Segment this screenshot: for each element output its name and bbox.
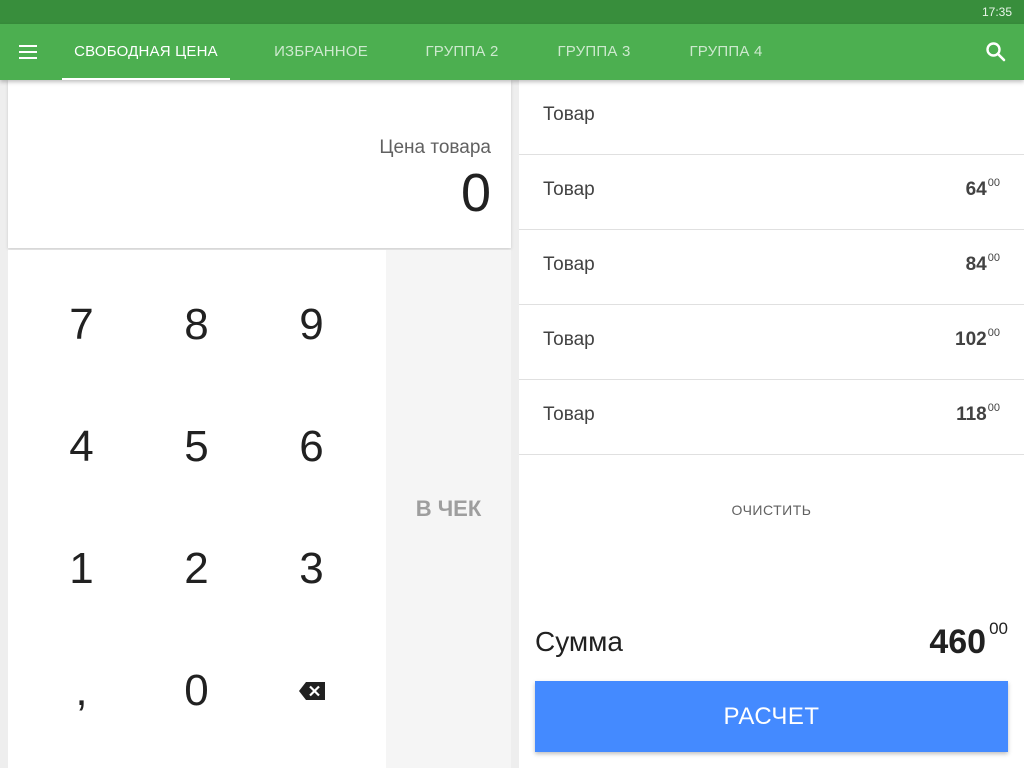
key-3[interactable]: 3 xyxy=(254,508,369,630)
key-backspace[interactable] xyxy=(254,630,369,752)
check-item-name: Товар xyxy=(543,404,595,425)
key-1[interactable]: 1 xyxy=(24,508,139,630)
key-5[interactable]: 5 xyxy=(139,386,254,508)
menu-button[interactable] xyxy=(8,32,48,72)
price-label: Цена товара xyxy=(379,137,491,158)
add-to-check-button[interactable]: В ЧЕК xyxy=(386,250,511,768)
check-item-price: 6400 xyxy=(965,177,1000,200)
backspace-icon xyxy=(298,682,325,700)
check-item-name: Товар xyxy=(543,179,595,200)
tab-group-2[interactable]: ГРУППА 2 xyxy=(410,24,514,80)
check-item-name: Товар xyxy=(543,104,595,125)
key-2[interactable]: 2 xyxy=(139,508,254,630)
search-button[interactable] xyxy=(980,36,1012,68)
check-item[interactable]: Товар xyxy=(519,80,1024,155)
tab-free-price[interactable]: СВОБОДНАЯ ЦЕНА xyxy=(62,24,230,80)
price-display: Цена товара 0 xyxy=(8,80,511,248)
total-value: 460 00 xyxy=(929,619,1008,661)
check-item[interactable]: Товар 11800 xyxy=(519,380,1024,455)
key-6[interactable]: 6 xyxy=(254,386,369,508)
key-7[interactable]: 7 xyxy=(24,264,139,386)
menu-icon xyxy=(19,45,37,59)
total-label: Сумма xyxy=(535,626,623,657)
check-item-name: Товар xyxy=(543,329,595,350)
key-comma[interactable]: , xyxy=(24,630,139,752)
search-icon xyxy=(986,42,1006,62)
check-item-price: 10200 xyxy=(955,327,1000,350)
check-item[interactable]: Товар 8400 xyxy=(519,230,1024,305)
tab-group-4[interactable]: ГРУППА 4 xyxy=(674,24,778,80)
status-time: 17:35 xyxy=(981,5,1012,19)
clear-check-button[interactable]: ОЧИСТИТЬ xyxy=(519,494,1024,526)
tab-group-3[interactable]: ГРУППА 3 xyxy=(542,24,646,80)
key-0[interactable]: 0 xyxy=(139,630,254,752)
check-panel: Товар Товар 6400 Товар 8400 Товар 10200 … xyxy=(519,80,1024,768)
app-bar: СВОБОДНАЯ ЦЕНА ИЗБРАННОЕ ГРУППА 2 ГРУППА… xyxy=(0,24,1024,80)
check-item-price: 8400 xyxy=(965,252,1000,275)
key-8[interactable]: 8 xyxy=(139,264,254,386)
key-9[interactable]: 9 xyxy=(254,264,369,386)
check-item-price: 11800 xyxy=(956,402,1000,425)
keypad: 7 8 9 4 5 6 1 2 3 , 0 xyxy=(8,250,386,768)
check-item[interactable]: Товар 10200 xyxy=(519,305,1024,380)
check-item[interactable]: Товар 6400 xyxy=(519,155,1024,230)
key-4[interactable]: 4 xyxy=(24,386,139,508)
price-value: 0 xyxy=(460,163,491,223)
check-item-name: Товар xyxy=(543,254,595,275)
status-bar: 17:35 xyxy=(0,0,1024,24)
active-tab-indicator xyxy=(62,78,230,80)
pay-button[interactable]: РАСЧЕТ xyxy=(535,681,1008,752)
tab-favorites[interactable]: ИЗБРАННОЕ xyxy=(258,24,384,80)
